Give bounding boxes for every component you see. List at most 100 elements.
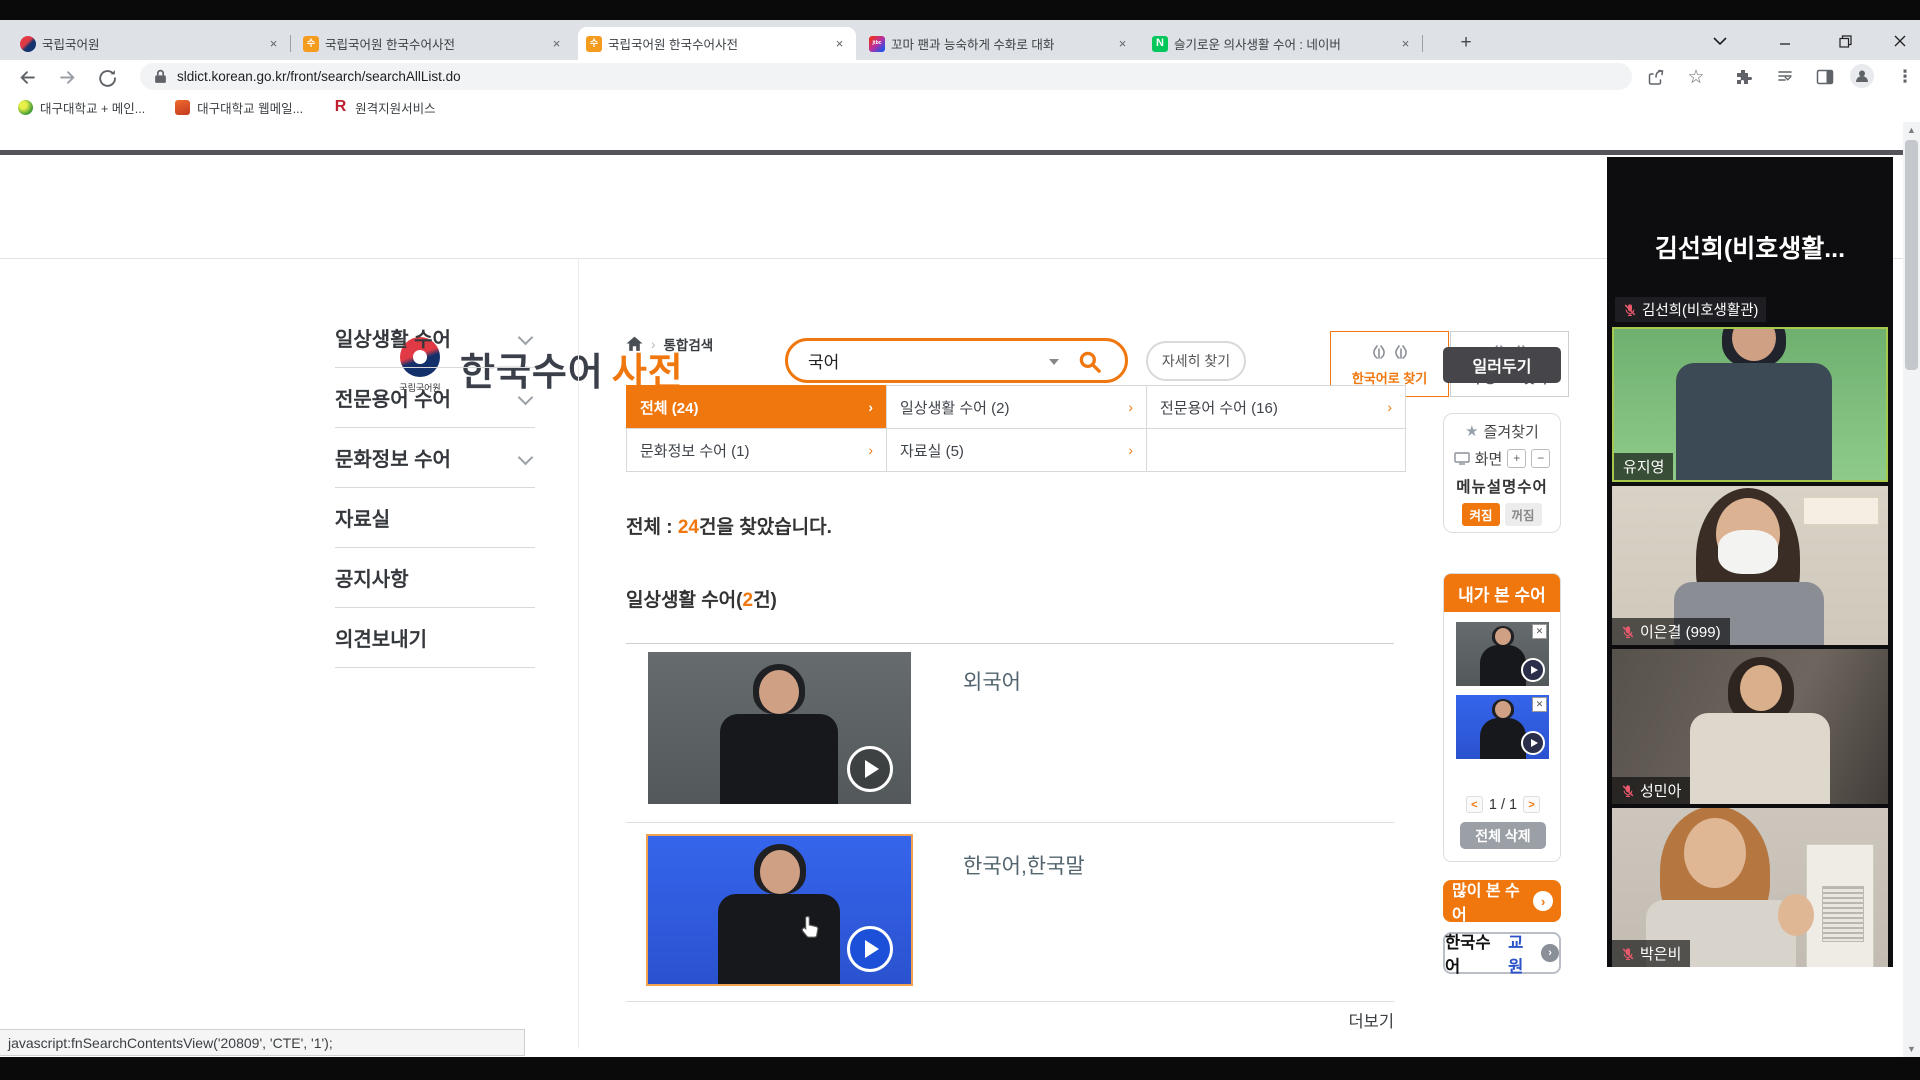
result-link-korean-language[interactable]: 한국어,한국말 [963, 850, 1085, 880]
toggle-on-button[interactable]: 켜짐 [1462, 503, 1499, 526]
sidebar-item-terminology-sign[interactable]: 전문용어 수어 [335, 368, 535, 428]
forward-icon[interactable] [54, 64, 80, 90]
chevron-right-icon: › [868, 399, 873, 415]
sidebar-item-feedback[interactable]: 의견보내기 [335, 608, 535, 668]
window-close-button[interactable] [1880, 26, 1920, 56]
detail-search-button[interactable]: 자세히 찾기 [1146, 341, 1246, 381]
scroll-up-icon[interactable]: ▲ [1903, 122, 1920, 138]
mic-muted-icon [1621, 625, 1635, 639]
search-dropdown-caret-icon[interactable] [1049, 359, 1059, 365]
bookmark-daegu-main[interactable]: 대구대학교 + 메인... [18, 98, 145, 117]
sidebar-item-notice[interactable]: 공지사항 [335, 548, 535, 608]
sidebar-item-daily-sign[interactable]: 일상생활 수어 [335, 308, 535, 368]
mic-muted-icon [1621, 784, 1635, 798]
signer-face [1495, 701, 1511, 718]
notice-button[interactable]: 일러두기 [1443, 347, 1561, 383]
browser-tab-3-active[interactable]: 수 국립국어원 한국수어사전 × [578, 27, 856, 60]
bookmark-daegu-webmail[interactable]: 대구대학교 웹메일... [175, 98, 303, 117]
result-tab-all[interactable]: 전체 (24) › [626, 385, 887, 429]
toggle-off-button[interactable]: 꺼짐 [1505, 503, 1542, 526]
browser-tab-2[interactable]: 수 국립국어원 한국수어사전 × [295, 27, 573, 60]
signer-body [720, 714, 838, 804]
share-icon[interactable] [1643, 64, 1669, 90]
browser-tab-1[interactable]: 국립국어원 × [12, 27, 290, 60]
menu-sign-toggle: 켜짐 꺼짐 [1462, 503, 1541, 526]
result-tab-archive[interactable]: 자료실 (5) › [886, 428, 1147, 472]
bookmark-star-icon[interactable]: ☆ [1683, 64, 1709, 90]
play-icon[interactable] [847, 926, 893, 972]
page-scrollbar[interactable]: ▲ ▼ [1903, 122, 1920, 1057]
browser-tab-5[interactable]: N 슬기로운 의사생활 수어 : 네이버 × [1144, 27, 1422, 60]
tab-close-icon[interactable]: × [1114, 35, 1131, 52]
teacher-label-blue: 교원 [1508, 929, 1538, 977]
extensions-puzzle-icon[interactable] [1730, 64, 1756, 90]
search-input[interactable] [806, 350, 1030, 372]
window-minimize-button[interactable] [1765, 26, 1805, 56]
sign-video-thumbnail-korean-language[interactable] [646, 834, 913, 986]
remove-thumbnail-icon[interactable]: ✕ [1532, 624, 1547, 639]
new-tab-button[interactable]: + [1452, 29, 1480, 57]
delete-all-button[interactable]: 전체 삭제 [1460, 822, 1546, 849]
browser-status-bubble: javascript:fnSearchContentsView('20809',… [0, 1029, 525, 1056]
sign-teacher-link[interactable]: 한국수어교원 › [1443, 932, 1561, 974]
more-button[interactable]: 더보기 [1340, 1008, 1394, 1032]
sidebar-item-culture-sign[interactable]: 문화정보 수어 [335, 428, 535, 488]
home-icon[interactable] [626, 336, 643, 352]
kebab-menu-icon[interactable]: ⋮ [1892, 64, 1918, 90]
tab-close-icon[interactable]: × [1397, 35, 1414, 52]
browser-tab-4[interactable]: jtbc 꼬마 팬과 능숙하게 수화로 대화 × [861, 27, 1139, 60]
participant-video-yujiyeong[interactable]: 유지영 [1612, 327, 1888, 482]
result-divider [626, 822, 1394, 823]
mouse-cursor [800, 914, 822, 945]
breadcrumb-current: 통합검색 [664, 334, 714, 354]
back-icon[interactable] [14, 64, 40, 90]
url-bar[interactable]: sldict.korean.go.kr/front/search/searchA… [140, 63, 1632, 90]
zoom-in-button[interactable]: + [1507, 449, 1526, 468]
sign-video-thumbnail-foreign-language[interactable] [648, 652, 911, 804]
sidebar-item-label: 문화정보 수어 [335, 443, 451, 472]
result-tab-terminology[interactable]: 전문용어 수어 (16) › [1146, 385, 1406, 429]
tab-close-icon[interactable]: × [831, 35, 848, 52]
sidebar-item-archive[interactable]: 자료실 [335, 488, 535, 548]
participant-video-ieungyeol[interactable]: 이은결 (999) [1612, 486, 1888, 645]
participant-video-seongmina[interactable]: 성민아 [1612, 649, 1888, 804]
most-viewed-signs-button[interactable]: 많이 본 수어 › [1443, 880, 1561, 922]
recent-sign-thumbnail-2[interactable]: ✕ [1456, 695, 1549, 759]
result-tab-label: 일상생활 수어 (2) [900, 397, 1009, 418]
result-link-foreign-language[interactable]: 외국어 [963, 666, 1021, 696]
zoom-out-button[interactable]: − [1531, 449, 1550, 468]
window-restore-button[interactable] [1825, 26, 1865, 56]
pagination-prev-button[interactable]: < [1466, 796, 1483, 813]
result-tab-culture[interactable]: 문화정보 수어 (1) › [626, 428, 887, 472]
list-bottom-divider [626, 1001, 1394, 1002]
tab-close-icon[interactable]: × [265, 35, 282, 52]
section-count: 2 [743, 590, 754, 611]
play-icon[interactable] [847, 746, 893, 792]
tab-search-chevron-icon[interactable] [1700, 26, 1740, 56]
scroll-down-icon[interactable]: ▼ [1903, 1041, 1920, 1057]
video-call-title: 김선희(비호생활... [1607, 229, 1893, 265]
signer-body [1480, 718, 1526, 759]
host-name-text: 김선희(비호생활관) [1642, 299, 1758, 320]
chevron-down-icon [518, 330, 534, 346]
reload-icon[interactable] [94, 64, 120, 90]
profile-avatar[interactable] [1850, 64, 1874, 88]
remove-thumbnail-icon[interactable]: ✕ [1532, 697, 1547, 712]
find-by-korean-label: 한국어로 찾기 [1352, 368, 1427, 387]
side-panel-icon[interactable] [1812, 64, 1838, 90]
play-icon[interactable] [1521, 731, 1545, 755]
bookmark-remote-support[interactable]: R 원격지원서비스 [333, 98, 436, 117]
favorites-tool[interactable]: ★ 즐겨찾기 [1465, 421, 1539, 442]
tab-close-icon[interactable]: × [548, 35, 565, 52]
search-icon[interactable] [1077, 349, 1103, 380]
result-tab-daily[interactable]: 일상생활 수어 (2) › [886, 385, 1147, 429]
play-icon[interactable] [1521, 658, 1545, 682]
signer-face [760, 850, 800, 894]
reading-list-icon[interactable] [1772, 64, 1798, 90]
participant-video-pakeunbi[interactable]: 박은비 [1612, 808, 1888, 967]
recent-sign-thumbnail-1[interactable]: ✕ [1456, 622, 1549, 686]
bookmark-label: 대구대학교 웹메일... [197, 98, 303, 117]
scrollbar-thumb[interactable] [1905, 140, 1918, 370]
pagination-next-button[interactable]: > [1523, 796, 1540, 813]
result-tab-label: 자료실 (5) [900, 440, 964, 461]
